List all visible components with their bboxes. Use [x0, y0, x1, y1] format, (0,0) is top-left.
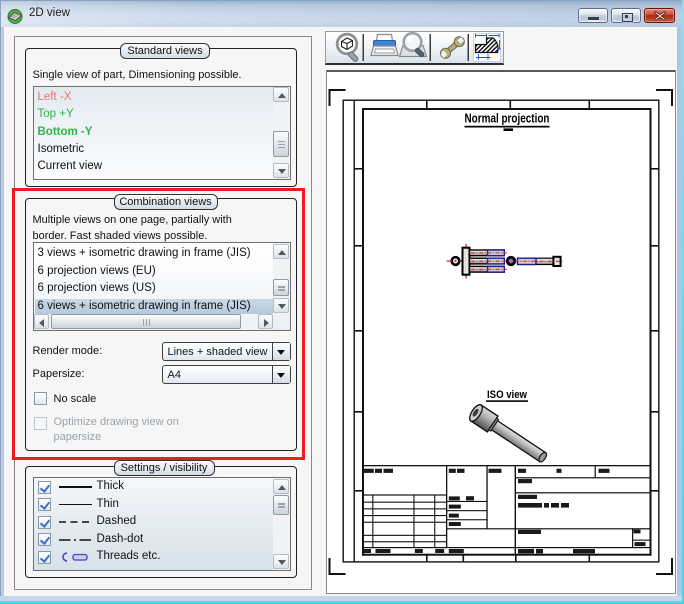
svg-text:Normal projection: Normal projection	[464, 112, 549, 126]
svg-text:ISO view: ISO view	[487, 389, 527, 401]
